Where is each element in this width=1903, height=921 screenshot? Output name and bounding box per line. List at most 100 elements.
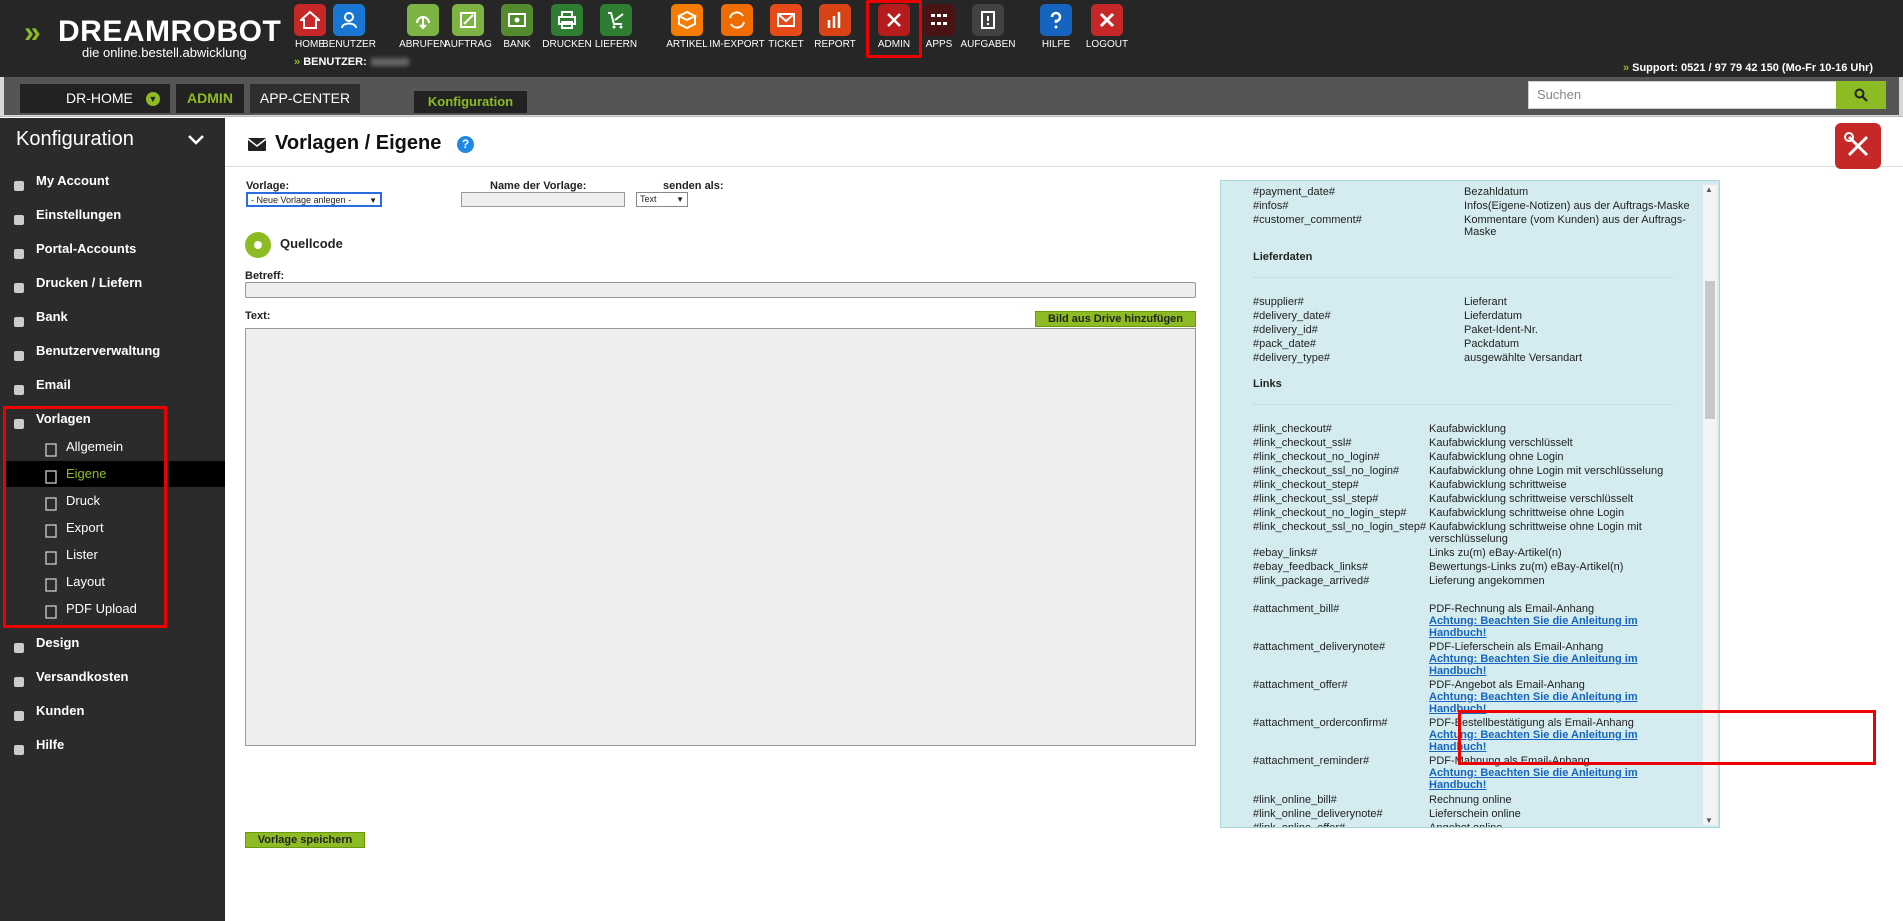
account-icon [12, 174, 26, 191]
tab-app-center[interactable]: APP-CENTER [250, 84, 360, 113]
cart-icon [600, 4, 632, 36]
sidebar-item-versandkosten[interactable]: Versandkosten [0, 662, 225, 692]
placeholder-key: #link_checkout_ssl# [1253, 437, 1352, 449]
nav-label: LIEFERN [594, 39, 638, 50]
scroll-down-icon[interactable]: ▼ [1705, 816, 1713, 825]
placeholder-description: Kaufabwicklung schrittweise verschlüssel… [1429, 493, 1634, 505]
save-template-button[interactable]: Vorlage speichern [245, 832, 365, 848]
box-icon [671, 4, 703, 36]
bank-icon [501, 4, 533, 36]
tab-dr-home[interactable]: DR-HOME ▼ [20, 84, 170, 113]
quellcode-toggle[interactable] [245, 232, 271, 258]
text-label: Text: [245, 310, 271, 322]
search-button[interactable] [1836, 81, 1886, 109]
nav-auftrag[interactable]: AUFTRAG [440, 4, 496, 50]
portal-icon [12, 242, 26, 259]
placeholder-description: Paket-Ident-Nr. [1464, 324, 1538, 336]
subject-input[interactable] [245, 282, 1196, 298]
placeholder-key: #ebay_links# [1253, 547, 1318, 559]
sidebar-item-bank[interactable]: Bank [0, 302, 225, 332]
search-input[interactable]: Suchen [1528, 81, 1838, 109]
printer-icon [12, 276, 26, 293]
envelope-icon [12, 378, 26, 395]
sidebar-item-einstellungen[interactable]: Einstellungen [0, 200, 225, 230]
page-title: Vorlagen / Eigene [275, 132, 442, 154]
placeholder-description: Bewertungs-Links zu(m) eBay-Artikel(n) [1429, 561, 1624, 573]
placeholder-description: PDF-Rechnung als Email-Anhang [1429, 603, 1595, 615]
manual-warning-link[interactable]: Handbuch! [1429, 665, 1486, 677]
chevron-down-icon[interactable] [186, 130, 206, 150]
logo-chevrons-icon: » [24, 16, 41, 49]
sidebar-item-kunden[interactable]: Kunden [0, 696, 225, 726]
nav-label: REPORT [814, 39, 856, 50]
placeholder-key: #link_online_offer# [1253, 822, 1346, 828]
placeholder-key: #link_checkout_ssl_no_login# [1253, 465, 1400, 477]
divider [1253, 277, 1673, 278]
sidebar-item-design[interactable]: Design [0, 628, 225, 658]
nav-bank[interactable]: BANK [489, 4, 545, 50]
nav-im-export[interactable]: IM-EXPORT [709, 4, 765, 50]
dreamrobot-logo[interactable]: » DREAMROBOT die online.bestell.abwicklu… [24, 14, 281, 62]
manual-warning-link[interactable]: Achtung: Beachten Sie die Anleitung im [1429, 653, 1638, 665]
vorlage-label: Vorlage: [246, 180, 290, 192]
logo-tagline: die online.bestell.abwicklung [82, 45, 247, 60]
scroll-up-icon[interactable]: ▲ [1705, 185, 1713, 194]
placeholder-key: #delivery_date# [1253, 310, 1331, 322]
manual-warning-link[interactable]: Achtung: Beachten Sie die Anleitung im [1429, 691, 1638, 703]
nav-aufgaben[interactable]: AUFGABEN [960, 4, 1016, 50]
template-name-input[interactable] [461, 192, 625, 207]
tab-admin[interactable]: ADMIN [176, 84, 244, 113]
sidebar-item-email[interactable]: Email [0, 370, 225, 400]
print-icon [551, 4, 583, 36]
placeholder-key: #link_checkout_no_login# [1253, 451, 1380, 463]
divider [225, 166, 1903, 167]
manual-warning-link[interactable]: Handbuch! [1429, 779, 1486, 791]
nav-logout[interactable]: LOGOUT [1079, 4, 1135, 50]
nav-report[interactable]: REPORT [807, 4, 863, 50]
nav-liefern[interactable]: LIEFERN [588, 4, 644, 50]
nav-hilfe[interactable]: HILFE [1028, 4, 1084, 50]
nav-label: LOGOUT [1085, 39, 1129, 50]
placeholder-key: #payment_date# [1253, 186, 1335, 198]
placeholder-key: #link_checkout_no_login_step# [1253, 507, 1407, 519]
text-body-textarea[interactable] [245, 328, 1196, 746]
placeholder-key: #attachment_orderconfirm# [1253, 717, 1388, 729]
nav-label: DRUCKEN [542, 39, 592, 50]
sidebar-item-benutzerverwaltung[interactable]: Benutzerverwaltung [0, 336, 225, 366]
manual-warning-link[interactable]: Achtung: Beachten Sie die Anleitung im [1429, 615, 1638, 627]
search-icon [1854, 88, 1868, 102]
placeholder-key: #ebay_feedback_links# [1253, 561, 1368, 573]
person-icon [12, 704, 26, 721]
nav-ticket[interactable]: TICKET [758, 4, 814, 50]
vorlage-select[interactable]: - Neue Vorlage anlegen - ▼ [246, 192, 382, 207]
placeholder-key: #customer_comment# [1253, 214, 1362, 226]
tab-konfiguration[interactable]: Konfiguration [414, 91, 527, 113]
placeholder-key: #link_checkout_ssl_no_login_step# [1253, 521, 1427, 533]
manual-warning-link[interactable]: Handbuch! [1429, 627, 1486, 639]
highlight-vorlagen-box [3, 406, 167, 628]
help-icon [1040, 4, 1072, 36]
placeholder-key: #attachment_deliverynote# [1253, 641, 1386, 653]
users-icon [12, 344, 26, 361]
help-icon[interactable]: ? [457, 136, 474, 153]
chevron-down-icon[interactable]: ▼ [146, 92, 160, 106]
sidebar-item-portal-accounts[interactable]: Portal-Accounts [0, 234, 225, 264]
sidebar-item-drucken-liefern[interactable]: Drucken / Liefern [0, 268, 225, 298]
nav-label: AUFTRAG [444, 39, 492, 50]
sidebar-item-my-account[interactable]: My Account [0, 166, 225, 196]
nav-artikel[interactable]: ARTIKEL [659, 4, 715, 50]
placeholder-description: Lieferdatum [1464, 310, 1523, 322]
scrollbar-thumb[interactable] [1705, 281, 1715, 419]
placeholder-key: #link_online_deliverynote# [1253, 808, 1383, 820]
add-drive-image-button[interactable]: Bild aus Drive hinzufügen [1035, 311, 1196, 327]
nav-benutzer[interactable]: BENUTZER [321, 4, 377, 50]
nav-label: IM-EXPORT [709, 39, 765, 50]
tools-icon [878, 4, 910, 36]
senden-select[interactable]: Text ▼ [636, 192, 688, 207]
secondary-bar: DR-HOME ▼ ADMIN APP-CENTER Konfiguration… [0, 77, 1903, 117]
user-label: » BENUTZER: [294, 56, 409, 68]
nav-drucken[interactable]: DRUCKEN [539, 4, 595, 50]
sidebar-item-hilfe[interactable]: Hilfe [0, 730, 225, 760]
nav-apps[interactable]: APPS [911, 4, 967, 50]
manual-warning-link[interactable]: Achtung: Beachten Sie die Anleitung im [1429, 767, 1638, 779]
